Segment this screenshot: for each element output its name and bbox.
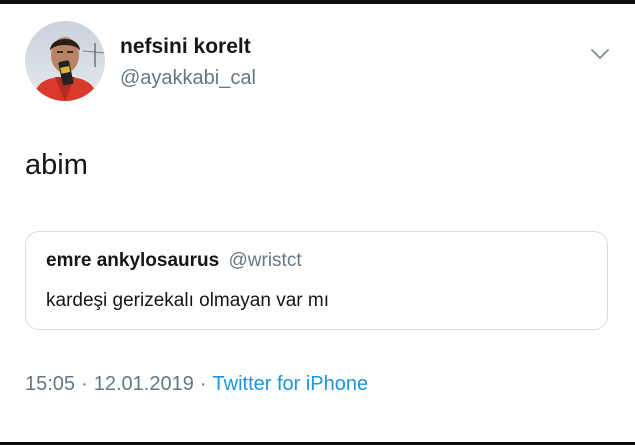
tweet-card: nefsini korelt @ayakkabi_cal abim emre a… [0, 0, 635, 445]
quoted-author-handle: @wristct [228, 250, 302, 271]
tweet-metadata: 15:05 · 12.01.2019 · Twitter for iPhone [25, 373, 368, 396]
quoted-author-name: emre ankylosaurus [46, 250, 220, 271]
author-handle[interactable]: @ayakkabi_cal [120, 67, 256, 90]
separator: · [199, 373, 207, 395]
tweet-date[interactable]: 12.01.2019 [94, 373, 194, 395]
quoted-tweet-header: emre ankylosaurus @wristct [46, 250, 302, 272]
tweet-text: abim [25, 149, 88, 181]
avatar[interactable] [25, 21, 105, 101]
quoted-tweet[interactable]: emre ankylosaurus @wristct kardeşi geriz… [25, 231, 608, 330]
chevron-down-icon[interactable] [588, 42, 612, 66]
separator: · [81, 373, 88, 395]
tweet-source-link[interactable]: Twitter for iPhone [213, 373, 369, 395]
avatar-image [25, 21, 105, 101]
tweet-time[interactable]: 15:05 [25, 373, 75, 395]
quoted-tweet-text: kardeşi gerizekalı olmayan var mı [46, 290, 329, 311]
author-name[interactable]: nefsini korelt [120, 35, 251, 59]
